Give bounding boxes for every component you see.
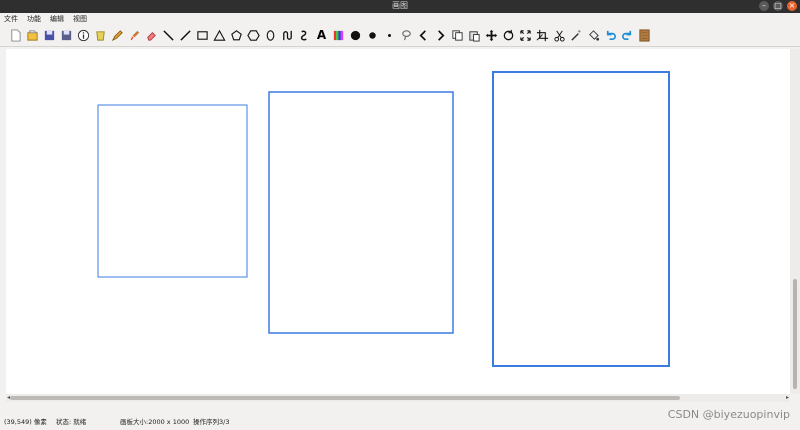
menu-view[interactable]: 视图 (73, 14, 87, 24)
redo-icon[interactable] (620, 27, 635, 45)
menu-function[interactable]: 功能 (27, 14, 41, 24)
paint-app-window: 画图 – □ × 文件 功能 编辑 视图 A ◂ ▸ (39,549) 像素 状… (0, 0, 800, 430)
eraser-icon[interactable] (144, 27, 159, 45)
maximize-button[interactable]: □ (773, 1, 783, 11)
vertical-scrollbar[interactable] (790, 49, 800, 394)
drawing-canvas[interactable] (6, 49, 790, 394)
medium-dot-icon[interactable] (365, 27, 380, 45)
drawn-rectangle-2[interactable] (268, 91, 454, 334)
rectangle-icon[interactable] (195, 27, 210, 45)
line-icon[interactable] (161, 27, 176, 45)
vertical-scroll-thumb[interactable] (793, 279, 797, 389)
open-file-icon[interactable] (25, 27, 40, 45)
toolbar: A (0, 25, 800, 47)
undo-arrow-icon[interactable] (416, 27, 431, 45)
horizontal-scroll-thumb[interactable] (10, 396, 680, 400)
scroll-right-arrow-icon[interactable]: ▸ (786, 394, 789, 402)
window-controls: – □ × (759, 1, 797, 11)
undo-icon[interactable] (603, 27, 618, 45)
scale-icon[interactable] (518, 27, 533, 45)
save-icon[interactable] (42, 27, 57, 45)
cursor-coordinates: (39,549) 像素 (4, 418, 47, 426)
drawn-rectangle-3[interactable] (492, 71, 670, 367)
rotate-icon[interactable] (501, 27, 516, 45)
spline-icon[interactable] (297, 27, 312, 45)
color-palette-icon[interactable] (331, 27, 346, 45)
window-title: 画图 (392, 1, 408, 10)
menu-edit[interactable]: 编辑 (50, 14, 64, 24)
clear-icon[interactable] (93, 27, 108, 45)
horizontal-scrollbar[interactable]: ◂ ▸ (6, 394, 790, 402)
pen-icon[interactable] (110, 27, 125, 45)
canvas-shapes (97, 71, 670, 367)
new-file-icon[interactable] (8, 27, 23, 45)
save-as-icon[interactable] (59, 27, 74, 45)
paste-icon[interactable] (467, 27, 482, 45)
menu-file[interactable]: 文件 (4, 14, 18, 24)
title-bar: 画图 – □ × (0, 0, 800, 13)
text-glyph: A (316, 28, 327, 42)
text-icon[interactable]: A (314, 27, 329, 45)
move-icon[interactable] (484, 27, 499, 45)
app-state: 状态: 就绪 (56, 418, 87, 426)
ellipse-icon[interactable] (263, 27, 278, 45)
magic-wand-icon[interactable] (569, 27, 584, 45)
wood-texture-icon[interactable] (637, 27, 652, 45)
fill-icon[interactable] (586, 27, 601, 45)
brush-icon[interactable] (127, 27, 142, 45)
redo-arrow-icon[interactable] (433, 27, 448, 45)
small-dot-icon[interactable] (382, 27, 397, 45)
close-button[interactable]: × (787, 1, 797, 11)
hexagon-icon[interactable] (246, 27, 261, 45)
copy-icon[interactable] (450, 27, 465, 45)
lasso-icon[interactable] (399, 27, 414, 45)
cut-icon[interactable] (552, 27, 567, 45)
operation-sequence: 操作序列3/3 (193, 418, 230, 426)
triangle-icon[interactable] (212, 27, 227, 45)
slash-line-icon[interactable] (178, 27, 193, 45)
scroll-left-arrow-icon[interactable]: ◂ (7, 394, 10, 402)
curve-icon[interactable] (280, 27, 295, 45)
watermark: CSDN @biyezuopinvip (667, 408, 790, 421)
crop-icon[interactable] (535, 27, 550, 45)
large-dot-icon[interactable] (348, 27, 363, 45)
drawn-rectangle-1[interactable] (97, 104, 248, 278)
pentagon-icon[interactable] (229, 27, 244, 45)
info-icon[interactable] (76, 27, 91, 45)
minimize-button[interactable]: – (759, 1, 769, 11)
canvas-size: 画板大小:2000 x 1000 (120, 418, 190, 426)
menu-bar: 文件 功能 编辑 视图 (0, 13, 800, 25)
